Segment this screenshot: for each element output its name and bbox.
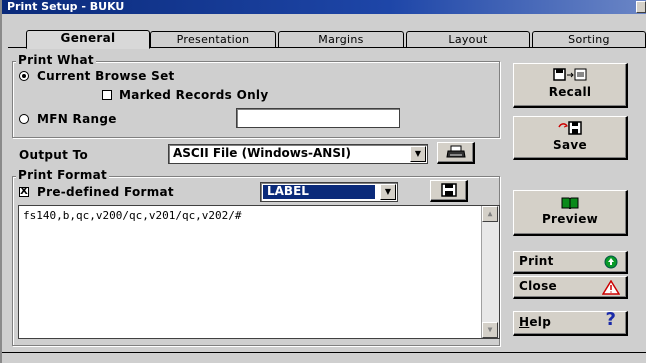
tab-sorting[interactable]: Sorting [532,31,646,48]
output-to-select[interactable]: ASCII File (Windows-ANSI) ▼ [168,144,428,164]
check-mark: X [20,186,28,197]
format-text: fs140,b,qc,v200/qc,v201/qc,v202/# [23,209,242,222]
help-button-mnemonic: H [519,315,530,329]
format-text-area[interactable]: fs140,b,qc,v200/qc,v201/qc,v202/# ▲ ▼ [18,205,500,339]
print-format-legend: Print Format [16,168,110,182]
save-button-label: Save [553,138,587,152]
mfn-range-radio[interactable] [19,114,29,124]
recall-button-label: Recall [548,85,592,99]
preview-button[interactable]: Preview [513,190,628,236]
tab-presentation[interactable]: Presentation [150,31,276,48]
printer-icon [445,145,466,158]
marked-records-only-checkbox[interactable] [102,90,112,100]
print-what-legend: Print What [16,53,96,67]
print-go-icon [604,255,618,269]
recall-icon [553,68,587,81]
window-bottom-border [2,352,646,353]
predefined-format-label: Pre-defined Format [37,185,174,199]
print-setup-window: Print Setup - BUKU General Presentation … [0,0,646,363]
save-icon [558,121,582,135]
output-to-value: ASCII File (Windows-ANSI) [173,146,351,160]
close-button-label: Close [519,279,557,293]
tab-label: General [60,31,116,45]
printer-setup-button[interactable] [437,142,475,164]
tab-margins[interactable]: Margins [278,31,404,48]
title-bar: Print Setup - BUKU [2,0,646,14]
scroll-up-icon[interactable]: ▲ [482,206,498,222]
print-button-label: Print [519,254,554,268]
print-button[interactable]: Print [513,251,628,274]
format-select[interactable]: LABEL ▼ [260,182,398,202]
scroll-down-icon[interactable]: ▼ [482,322,498,338]
tab-label: Presentation [176,33,250,46]
book-icon [561,197,579,210]
marked-records-only-label: Marked Records Only [119,88,269,102]
predefined-format-checkbox[interactable]: X [19,187,29,197]
save-format-button[interactable] [430,180,468,202]
help-button-label: elp [529,315,552,329]
format-text-scrollbar[interactable]: ▲ ▼ [481,206,499,338]
help-button[interactable]: Help ? [513,309,628,336]
tab-label: Layout [448,33,488,46]
current-browse-set-radio[interactable] [19,71,29,81]
warning-triangle-icon [602,280,620,295]
output-to-label: Output To [19,148,89,162]
tab-label: Margins [318,33,364,46]
current-browse-set-label: Current Browse Set [37,69,175,83]
format-select-value: LABEL [267,184,309,198]
preview-button-label: Preview [541,212,599,226]
chevron-down-icon[interactable]: ▼ [410,146,426,162]
chevron-down-icon[interactable]: ▼ [380,184,396,200]
close-button[interactable]: Close [513,276,628,299]
floppy-disk-icon [440,183,457,197]
tab-layout[interactable]: Layout [406,31,530,48]
mfn-range-input[interactable] [236,108,400,128]
tab-label: Sorting [568,33,610,46]
window-control-button[interactable] [636,1,646,13]
tab-general[interactable]: General [26,30,150,49]
recall-button[interactable]: Recall [513,63,628,108]
window-title: Print Setup - BUKU [7,0,125,13]
mfn-range-label: MFN Range [37,112,117,126]
help-question-icon: ? [605,309,616,330]
save-button[interactable]: Save [513,116,628,160]
